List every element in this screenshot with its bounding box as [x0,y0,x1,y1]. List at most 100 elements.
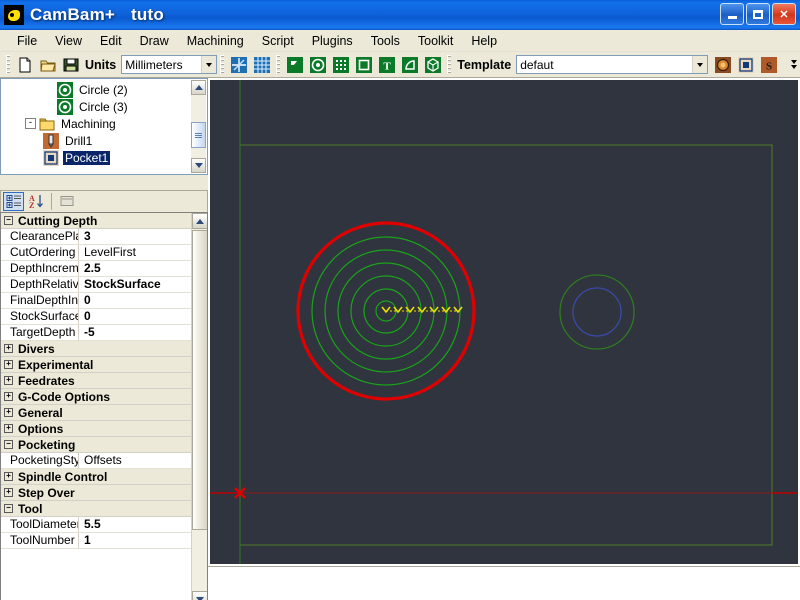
category-expander-6[interactable]: + [4,408,13,417]
property-value-2[interactable]: LevelFirst [79,245,207,260]
property-row-stocksurface[interactable]: StockSurface 0 [1,309,207,325]
close-button[interactable]: ✕ [772,3,796,25]
tree-expander-machining[interactable]: - [25,118,36,129]
open-folder-icon[interactable] [37,54,58,75]
tree-item-pocket1[interactable]: Pocket1 [1,149,207,166]
save-disk-icon[interactable] [60,54,81,75]
scroll-up-arrow-icon[interactable] [191,80,206,95]
property-row-finaldepthincrement[interactable]: FinalDepthIncrement 0 [1,293,207,309]
property-row-clearanceplane[interactable]: ClearancePlane 3 [1,229,207,245]
profile-machining-icon[interactable] [712,54,733,75]
toolbar-grip[interactable] [6,55,10,74]
category-expander-4[interactable]: + [4,376,13,385]
snap-to-point-icon[interactable] [228,54,249,75]
minimize-button[interactable] [720,3,744,25]
toolbar-overflow-icon[interactable] [788,54,800,76]
property-category-feedrates[interactable]: + Feedrates [1,373,207,389]
panel-tab-strip[interactable] [0,177,208,189]
rectangle-icon[interactable] [353,54,374,75]
tree-scroll-thumb[interactable] [191,122,206,148]
property-value-7[interactable]: -5 [79,325,207,340]
menu-toolkit[interactable]: Toolkit [409,32,462,50]
menu-edit[interactable]: Edit [91,32,131,50]
chevron-down-icon-2[interactable] [692,56,708,73]
category-expander-2[interactable]: + [4,344,13,353]
property-value-3[interactable]: 2.5 [79,261,207,276]
pocket-machining-icon[interactable] [735,54,756,75]
property-pages-icon[interactable] [56,192,77,211]
tree-item-drill1[interactable]: Drill1 [1,132,207,149]
property-row-depthrelativeto[interactable]: DepthRelativeTo StockSurface [1,277,207,293]
template-combo[interactable]: defaut [516,55,709,74]
units-combo[interactable]: Millimeters [121,55,218,74]
menu-draw[interactable]: Draw [131,32,178,50]
engrave-machining-icon[interactable]: S [758,54,779,75]
category-expander-8[interactable]: − [4,440,13,449]
property-category-divers[interactable]: + Divers [1,341,207,357]
category-expander-7[interactable]: + [4,424,13,433]
menu-script[interactable]: Script [253,32,303,50]
property-scroll-thumb[interactable] [192,230,207,530]
property-row-pocketingstyle[interactable]: PocketingStyle Offsets [1,453,207,469]
arc-icon[interactable] [399,54,420,75]
property-value-6[interactable]: 0 [79,309,207,324]
category-expander-3[interactable]: + [4,360,13,369]
property-category-general[interactable]: + General [1,405,207,421]
menu-file[interactable]: File [8,32,46,50]
property-row-toolnumber[interactable]: ToolNumber 1 [1,533,207,549]
new-file-icon[interactable] [14,54,35,75]
property-category-experimental[interactable]: + Experimental [1,357,207,373]
alphabetical-sort-icon[interactable]: AZ [25,192,46,211]
tree-item-circle-2[interactable]: Circle (2) [1,81,207,98]
scroll-down-arrow-icon-2[interactable] [192,591,207,600]
maximize-button[interactable] [746,3,770,25]
chevron-down-icon[interactable] [201,56,217,73]
toolbar-grip-2[interactable] [220,55,225,74]
scroll-down-arrow-icon[interactable] [191,158,206,173]
property-value-5[interactable]: 0 [79,293,207,308]
text-icon[interactable]: T [376,54,397,75]
property-category-gcode-options[interactable]: + G-Code Options [1,389,207,405]
tree-item-circle-3[interactable]: Circle (3) [1,98,207,115]
scroll-up-arrow-icon-2[interactable] [192,213,207,229]
category-expander-5[interactable]: + [4,392,13,401]
property-value-9[interactable]: 5.5 [79,517,207,532]
property-category-pocketing[interactable]: − Pocketing [1,437,207,453]
property-row-tooldiameter[interactable]: ToolDiameter 5.5 [1,517,207,533]
menu-view[interactable]: View [46,32,91,50]
category-expander[interactable]: − [4,216,13,225]
category-expander-9[interactable]: + [4,472,13,481]
circle-icon[interactable] [307,54,328,75]
menu-machining[interactable]: Machining [178,32,253,50]
menu-help[interactable]: Help [462,32,506,50]
category-expander-11[interactable]: − [4,504,13,513]
tree-item-machining[interactable]: - Machining [1,115,207,132]
property-value-8[interactable]: Offsets [79,453,207,468]
categorized-view-icon[interactable] [3,192,24,211]
tree-scrollbar[interactable] [191,80,206,173]
cad-canvas[interactable] [210,80,798,564]
property-value-4[interactable]: StockSurface [79,277,207,292]
property-value[interactable]: 3 [79,229,207,244]
grid-icon[interactable] [251,54,272,75]
property-row-cutordering[interactable]: CutOrdering LevelFirst [1,245,207,261]
property-value-10[interactable]: 1 [79,533,207,548]
property-category-tool[interactable]: − Tool [1,501,207,517]
surface-icon[interactable] [422,54,443,75]
property-grid-scrollbar[interactable] [191,213,207,600]
category-expander-10[interactable]: + [4,488,13,497]
property-row-targetdepth[interactable]: TargetDepth -5 [1,325,207,341]
property-category-options[interactable]: + Options [1,421,207,437]
toolbar-grip-3[interactable] [276,55,281,74]
points-icon[interactable] [330,54,351,75]
menu-plugins[interactable]: Plugins [303,32,362,50]
polyline-icon[interactable] [284,54,305,75]
property-category-cutting-depth[interactable]: − Cutting Depth [1,213,207,229]
property-category-step-over[interactable]: + Step Over [1,485,207,501]
category-label-11: Tool [18,501,43,516]
cad-drawing[interactable] [210,80,798,564]
property-category-spindle-control[interactable]: + Spindle Control [1,469,207,485]
property-row-depthincrement[interactable]: DepthIncrement 2.5 [1,261,207,277]
menu-tools[interactable]: Tools [362,32,409,50]
toolbar-grip-4[interactable] [447,55,452,74]
